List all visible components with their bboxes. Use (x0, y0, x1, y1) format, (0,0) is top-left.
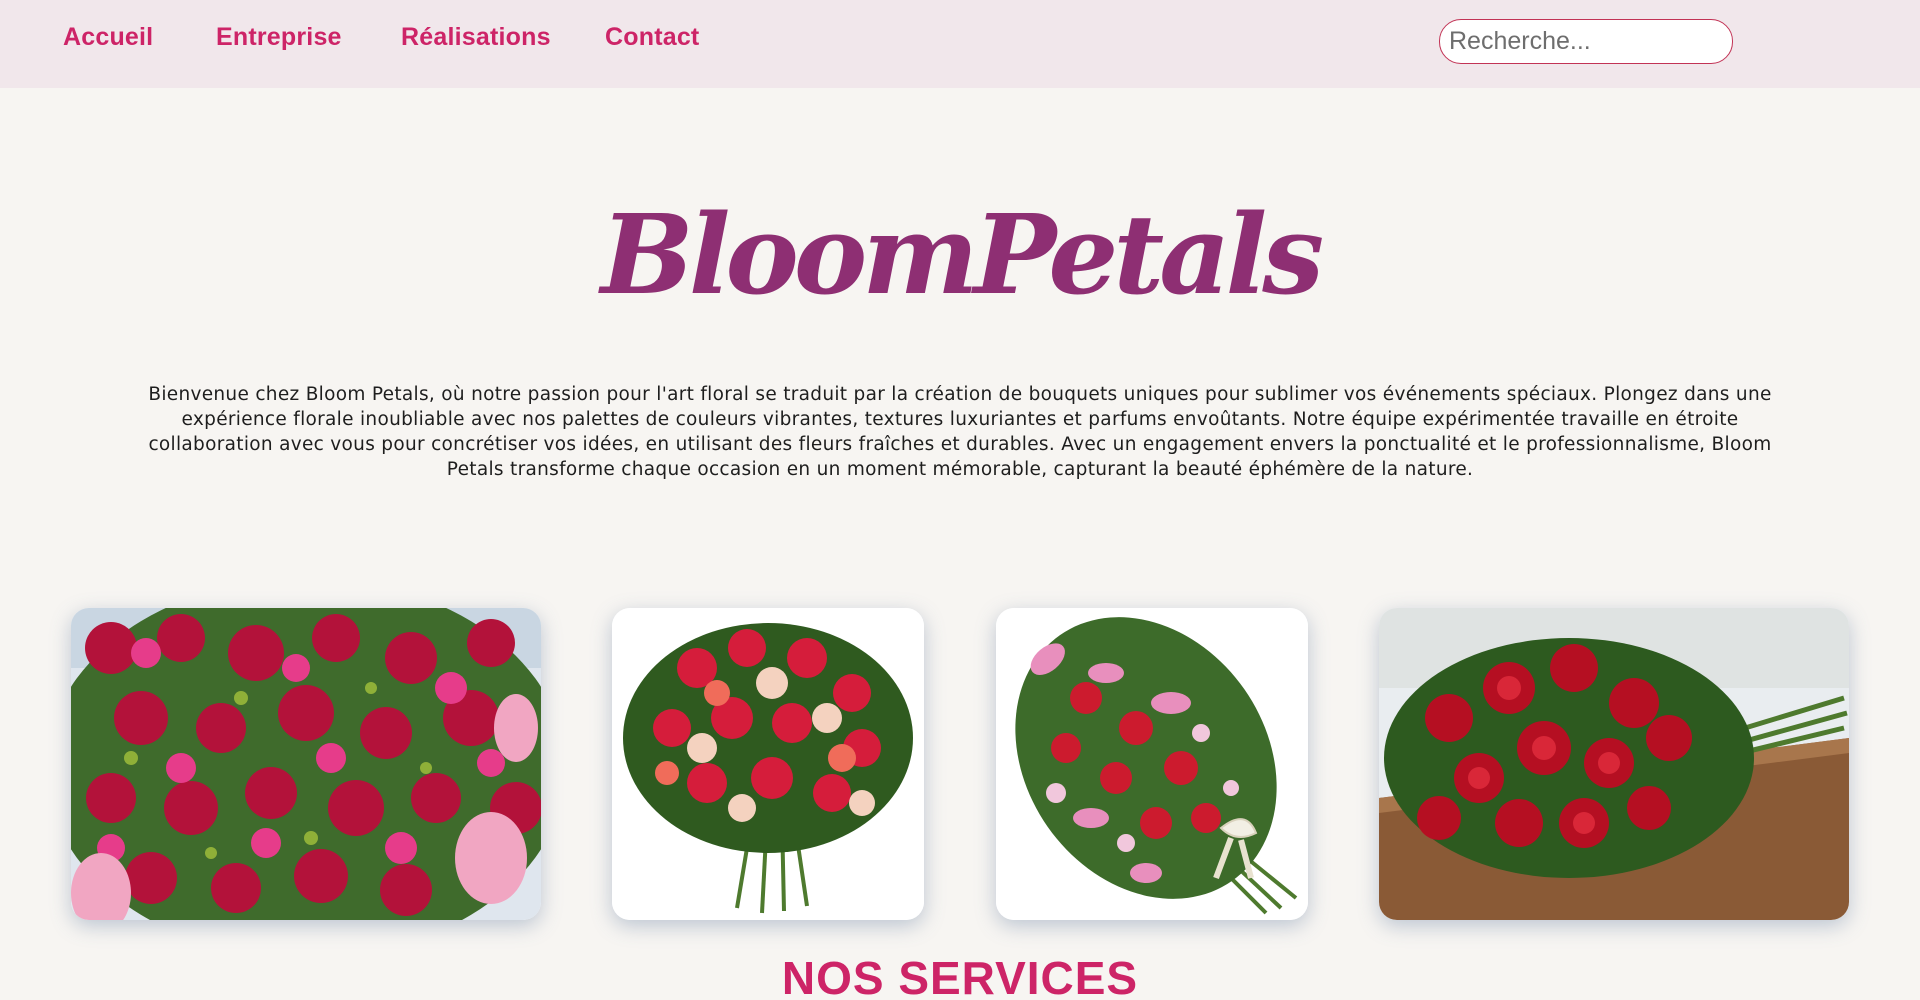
nav-link-realisations[interactable]: Réalisations (401, 23, 551, 52)
top-navigation-bar: Accueil Entreprise Réalisations Contact (0, 0, 1920, 88)
gallery-image-1 (71, 608, 541, 920)
brand-logo: BloomPetals (600, 190, 1324, 319)
services-title: NOS SERVICES (781, 952, 1139, 1000)
nav-link-contact[interactable]: Contact (605, 23, 699, 52)
intro-paragraph: Bienvenue chez Bloom Petals, où notre pa… (148, 384, 1772, 480)
search-input[interactable] (1439, 19, 1733, 64)
nav-link-accueil[interactable]: Accueil (63, 23, 153, 52)
gallery-image-4 (1379, 608, 1849, 920)
gallery-image-2 (612, 608, 924, 920)
nav-link-entreprise[interactable]: Entreprise (216, 23, 342, 52)
gallery-image-3 (996, 608, 1308, 920)
